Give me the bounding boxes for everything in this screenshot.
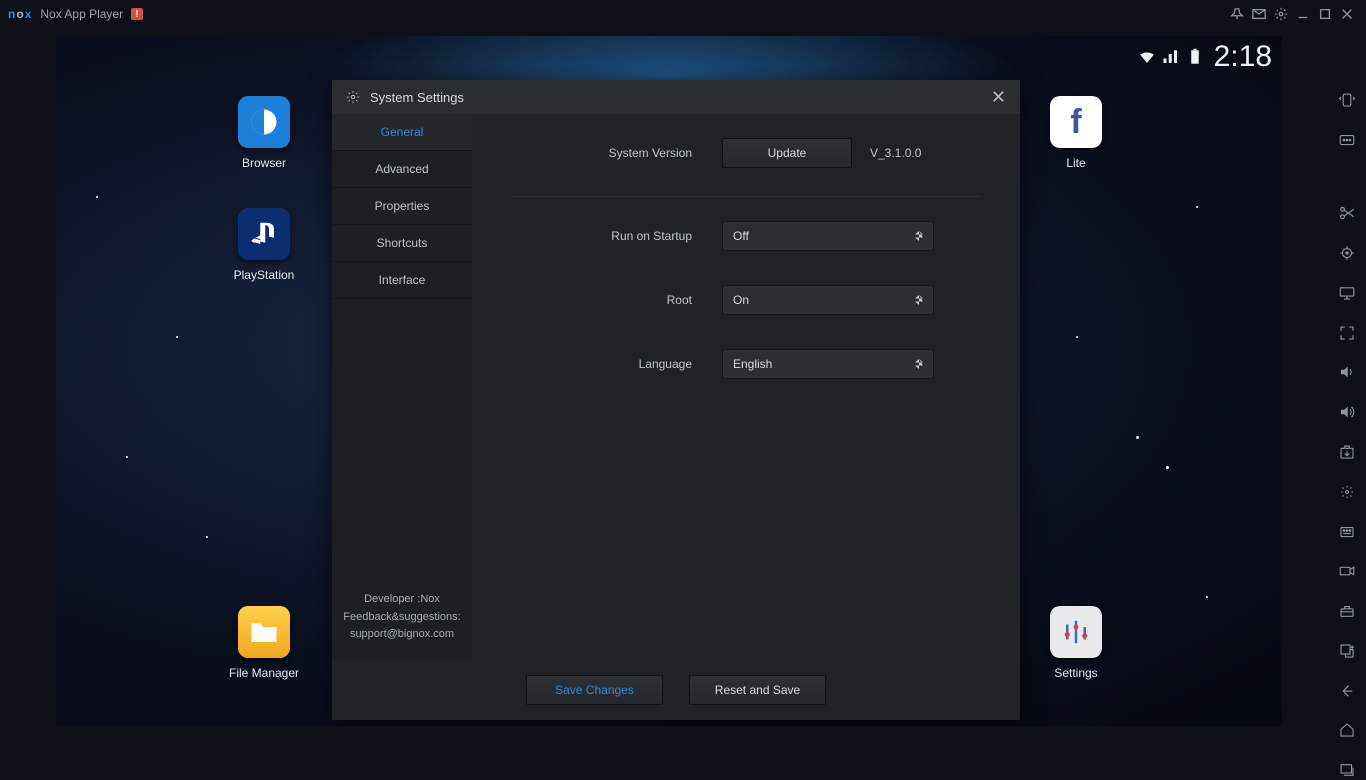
back-icon[interactable] bbox=[1337, 681, 1357, 701]
emulator-screen: 2:18 Browser PlayStation File Manager f … bbox=[56, 36, 1282, 726]
settings-content: System Version Update V_3.1.0.0 Run on S… bbox=[472, 114, 1020, 660]
volume-down-icon[interactable] bbox=[1337, 402, 1357, 422]
tab-general[interactable]: General bbox=[332, 114, 472, 151]
label-root: Root bbox=[512, 293, 722, 307]
wifi-icon bbox=[1138, 48, 1156, 66]
nox-logo: nox bbox=[8, 7, 32, 21]
minimize-button[interactable] bbox=[1292, 3, 1314, 25]
window-title: Nox App Player bbox=[40, 7, 123, 21]
app-filemanager[interactable]: File Manager bbox=[224, 606, 304, 680]
scissors-icon[interactable] bbox=[1337, 203, 1357, 223]
update-button[interactable]: Update bbox=[722, 138, 852, 168]
tab-interface[interactable]: Interface bbox=[332, 262, 472, 299]
gear-icon[interactable] bbox=[1270, 3, 1292, 25]
signal-icon bbox=[1162, 48, 1180, 66]
dialog-header: System Settings ✕ bbox=[332, 80, 1020, 114]
label-run-on-startup: Run on Startup bbox=[512, 229, 722, 243]
select-run-on-startup[interactable]: Off bbox=[722, 221, 934, 251]
tab-shortcuts[interactable]: Shortcuts bbox=[332, 225, 472, 262]
settings-dialog: System Settings ✕ General Advanced Prope… bbox=[332, 80, 1020, 720]
dialog-footer: Save Changes Reset and Save bbox=[332, 660, 1020, 720]
tab-advanced[interactable]: Advanced bbox=[332, 151, 472, 188]
dialog-close-button[interactable]: ✕ bbox=[991, 88, 1006, 106]
recent-apps-icon[interactable] bbox=[1337, 760, 1357, 780]
settings-sidebar: General Advanced Properties Shortcuts In… bbox=[332, 114, 472, 660]
my-computer-icon[interactable] bbox=[1337, 283, 1357, 303]
fullscreen-icon[interactable] bbox=[1337, 323, 1357, 343]
android-statusbar: 2:18 bbox=[1138, 40, 1272, 74]
keyboard-control-icon[interactable] bbox=[1337, 130, 1357, 150]
macro-recorder-icon[interactable] bbox=[1337, 522, 1357, 542]
dialog-title: System Settings bbox=[370, 90, 464, 105]
volume-up-icon[interactable] bbox=[1337, 363, 1357, 383]
save-changes-button[interactable]: Save Changes bbox=[526, 675, 663, 705]
label-language: Language bbox=[512, 357, 722, 371]
pin-icon[interactable] bbox=[1226, 3, 1248, 25]
apk-install-icon[interactable] bbox=[1337, 442, 1357, 462]
app-settings-label: Settings bbox=[1054, 666, 1097, 680]
location-icon[interactable] bbox=[1337, 243, 1357, 263]
home-icon[interactable] bbox=[1337, 721, 1357, 741]
app-filemanager-label: File Manager bbox=[229, 666, 299, 680]
close-button[interactable] bbox=[1336, 3, 1358, 25]
app-browser-label: Browser bbox=[242, 156, 286, 170]
app-lite-label: Lite bbox=[1066, 156, 1085, 170]
label-system-version: System Version bbox=[512, 146, 722, 160]
mail-icon[interactable] bbox=[1248, 3, 1270, 25]
alert-badge[interactable]: ! bbox=[131, 8, 143, 20]
app-browser[interactable]: Browser bbox=[224, 96, 304, 170]
app-playstation-label: PlayStation bbox=[234, 268, 295, 282]
status-time: 2:18 bbox=[1214, 40, 1272, 74]
maximize-button[interactable] bbox=[1314, 3, 1336, 25]
select-language[interactable]: English bbox=[722, 349, 934, 379]
add-window-icon[interactable] bbox=[1337, 641, 1357, 661]
gear-icon bbox=[346, 90, 360, 104]
version-value: V_3.1.0.0 bbox=[870, 146, 921, 160]
window-titlebar: nox Nox App Player ! bbox=[0, 0, 1366, 28]
tab-properties[interactable]: Properties bbox=[332, 188, 472, 225]
reset-and-save-button[interactable]: Reset and Save bbox=[689, 675, 826, 705]
developer-info: Developer :Nox Feedback&suggestions: sup… bbox=[332, 581, 472, 660]
app-settings[interactable]: Settings bbox=[1036, 606, 1116, 680]
side-toolbar bbox=[1328, 36, 1366, 780]
multi-instance-icon[interactable] bbox=[1337, 482, 1357, 502]
app-lite[interactable]: f Lite bbox=[1036, 96, 1116, 170]
app-playstation[interactable]: PlayStation bbox=[224, 208, 304, 282]
shake-icon[interactable] bbox=[1337, 90, 1357, 110]
video-recorder-icon[interactable] bbox=[1337, 561, 1357, 581]
battery-icon bbox=[1186, 48, 1204, 66]
select-root[interactable]: On bbox=[722, 285, 934, 315]
toolbox-icon[interactable] bbox=[1337, 601, 1357, 621]
